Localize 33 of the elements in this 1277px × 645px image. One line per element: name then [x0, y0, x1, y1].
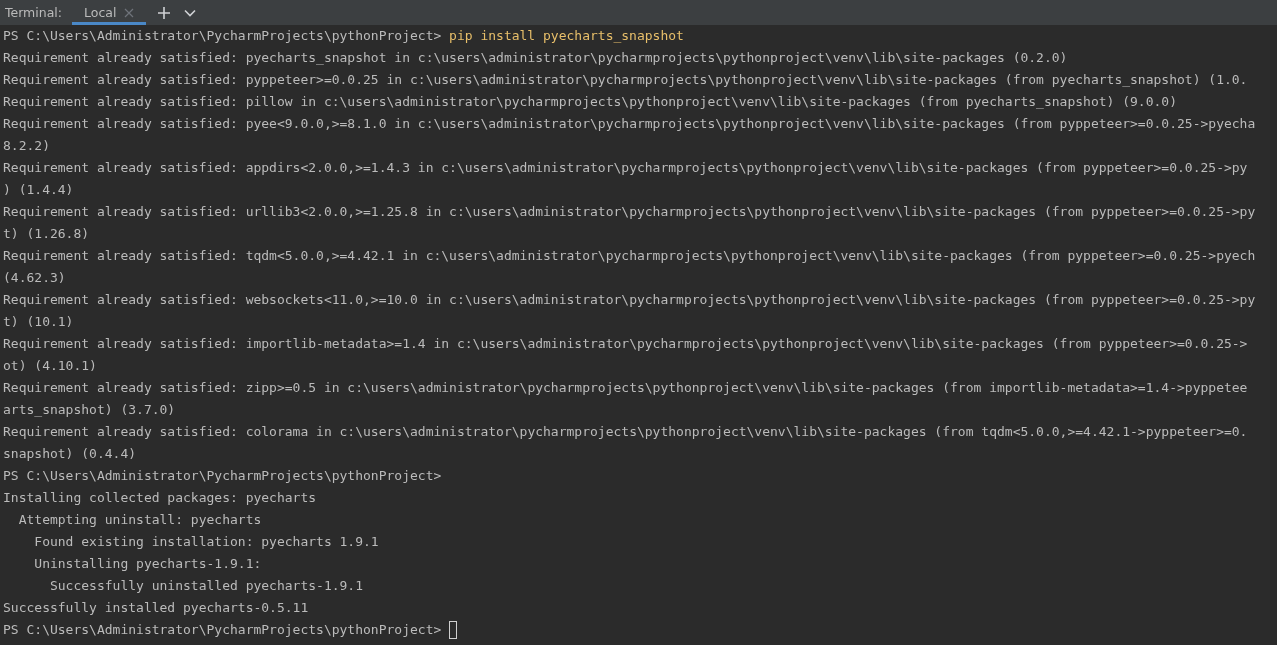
- output-line: Requirement already satisfied: pillow in c:\users\administrator\pycharmprojects\pythonproject\venv\lib\site-packages (from pyecharts_snapshot) (9.0.0): [3, 93, 1177, 111]
- output-line: Requirement already satisfied: appdirs<2.0.0,>=1.4.3 in c:\users\administrator\pycharmprojects\pythonproject\venv\lib\site-packages (from pyppeteer>=0.0.25->py: [3, 159, 1248, 177]
- output-line: t) (1.26.8): [3, 225, 90, 243]
- output-line: Requirement already satisfied: pyppeteer>=0.0.25 in c:\users\administrator\pycharmprojects\pythonproject\venv\lib\site-packages (from pyecharts_snapshot) (1.0.: [3, 71, 1248, 89]
- command-text: pip install pyecharts_snapshot: [449, 27, 684, 45]
- output-line: snapshot) (0.4.4): [3, 445, 137, 463]
- terminal-tab[interactable]: Local: [72, 0, 147, 25]
- chevron-down-icon[interactable]: [184, 8, 197, 17]
- output-line: Uninstalling pyecharts-1.9.1:: [33, 555, 262, 573]
- add-icon[interactable]: [158, 6, 171, 19]
- output-line: t) (10.1): [3, 313, 74, 331]
- output-line: ) (1.4.4): [3, 181, 74, 199]
- output-line: (4.62.3): [3, 269, 66, 287]
- output-line: Requirement already satisfied: zipp>=0.5 in c:\users\administrator\pycharmprojects\pythonproject\venv\lib\site-packages (from importlib-metadata>=1.4->pyppetee: [3, 379, 1248, 397]
- output-line: Attempting uninstall: pyecharts: [17, 511, 262, 529]
- output-line: Requirement already satisfied: pyecharts_snapshot in c:\users\administrator\pycharmprojects\pythonproject\venv\lib\site-packages (0.2.0): [3, 49, 1068, 67]
- output-line: Requirement already satisfied: tqdm<5.0.0,>=4.42.1 in c:\users\administrator\pycharmprojects\pythonproject\venv\lib\site-packages (from pyppeteer>=0.0.25->pyech: [3, 247, 1256, 265]
- panel-title: Terminal:: [5, 5, 63, 20]
- output-line: Requirement already satisfied: colorama in c:\users\administrator\pycharmprojects\pythonproject\venv\lib\site-packages (from tqdm<5.0.0,>=4.42.1->pyppeteer>=0.: [3, 423, 1248, 441]
- output-line: Requirement already satisfied: pyee<9.0.0,>=8.1.0 in c:\users\administrator\pycharmprojects\pythonproject\venv\lib\site-packages (from pyppeteer>=0.0.25->pyecha: [3, 115, 1256, 133]
- shell-prompt: PS C:\Users\Administrator\PycharmProjects\pythonProject>: [3, 467, 442, 485]
- output-line: arts_snapshot) (3.7.0): [3, 401, 176, 419]
- output-line: Successfully uninstalled pyecharts-1.9.1: [48, 577, 364, 595]
- shell-prompt: PS C:\Users\Administrator\PycharmProjects\pythonProject>: [3, 27, 442, 45]
- shell-prompt: PS C:\Users\Administrator\PycharmProjects\pythonProject>: [3, 621, 442, 639]
- output-line: Requirement already satisfied: importlib-metadata>=1.4 in c:\users\administrator\pycharmprojects\pythonproject\venv\lib\site-packages (from pyppeteer>=0.0.25->: [3, 335, 1248, 353]
- output-line: Successfully installed pyecharts-0.5.11: [3, 599, 309, 617]
- output-line: ot) (4.10.1): [3, 357, 97, 375]
- output-line: 8.2.2): [3, 137, 50, 155]
- output-line: Found existing installation: pyecharts 1.9.1: [33, 533, 379, 551]
- output-line: Requirement already satisfied: websockets<11.0,>=10.0 in c:\users\administrator\pycharmprojects\pythonproject\venv\lib\site-packages (from pyppeteer>=0.0.25->py: [3, 291, 1256, 309]
- output-line: Installing collected packages: pyecharts: [3, 489, 317, 507]
- output-line: Requirement already satisfied: urllib3<2.0.0,>=1.25.8 in c:\users\administrator\pycharmprojects\pythonproject\venv\lib\site-packages (from pyppeteer>=0.0.25->py: [3, 203, 1256, 221]
